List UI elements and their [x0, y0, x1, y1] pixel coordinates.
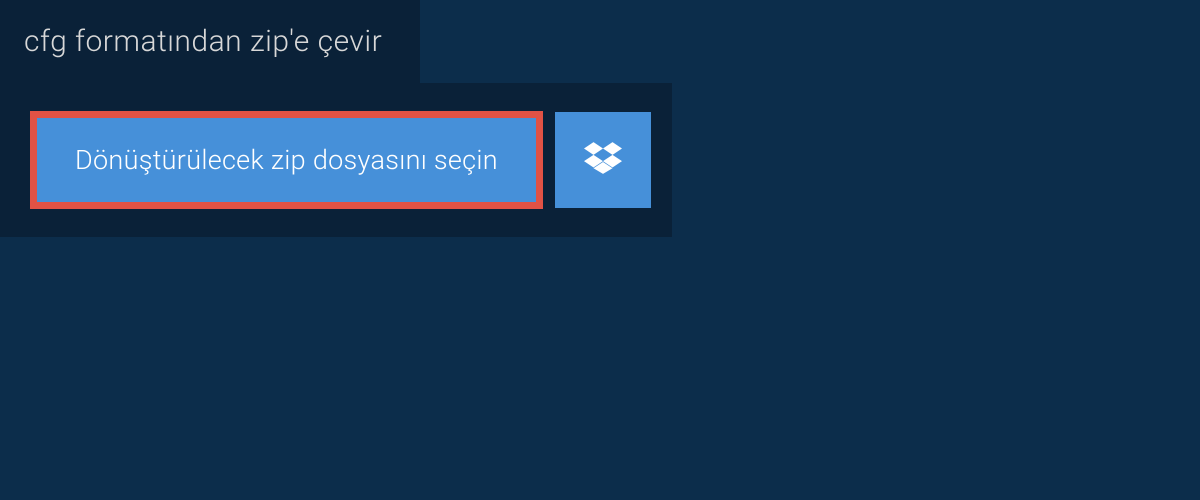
select-file-button-label: Dönüştürülecek zip dosyasını seçin [75, 144, 498, 176]
page-title: cfg formatından zip'e çevir [24, 24, 382, 59]
header-tab: cfg formatından zip'e çevir [0, 0, 420, 83]
upload-panel: Dönüştürülecek zip dosyasını seçin [0, 83, 672, 237]
dropbox-button[interactable] [555, 112, 651, 208]
select-file-button[interactable]: Dönüştürülecek zip dosyasını seçin [30, 111, 543, 209]
dropbox-icon [584, 139, 622, 181]
